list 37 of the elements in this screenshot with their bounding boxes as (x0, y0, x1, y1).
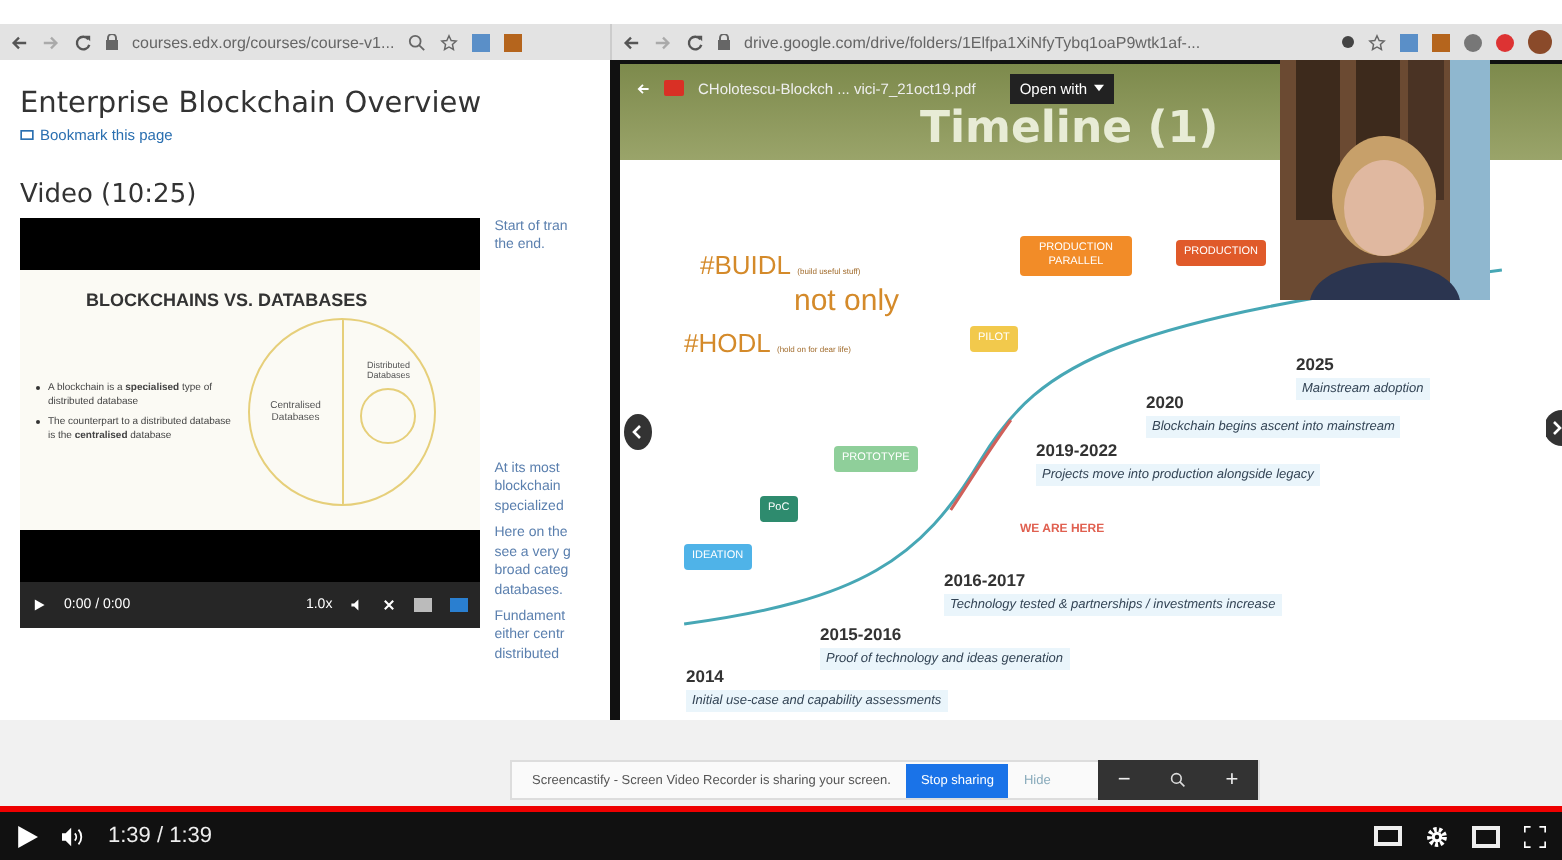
video-time: 1:39 / 1:39 (108, 824, 212, 848)
video-heading: Video (10:25) (20, 180, 199, 210)
milestone-year: 2019-2022 (1036, 440, 1120, 460)
milestone-year: 2015-2016 (820, 624, 904, 644)
volume-icon[interactable] (62, 825, 84, 847)
zoom-in-button[interactable]: + (1225, 768, 1239, 792)
star-icon[interactable] (440, 33, 459, 51)
play-icon[interactable] (16, 825, 38, 847)
reload-icon[interactable] (74, 33, 92, 51)
milestone-year: 2025 (1296, 354, 1336, 374)
next-button[interactable] (1546, 410, 1562, 446)
miniplayer-icon[interactable] (1472, 825, 1500, 847)
slogan-line: not only (794, 284, 900, 318)
caret-icon (1093, 84, 1104, 92)
reload-icon[interactable] (686, 33, 704, 51)
back-icon[interactable] (622, 33, 640, 51)
camera-icon[interactable] (1342, 36, 1354, 48)
inner-circle-drawing (360, 388, 417, 444)
star-icon[interactable] (1368, 33, 1386, 51)
settings-icon[interactable] (1426, 825, 1448, 847)
page-title: Enterprise Blockchain Overview (20, 88, 484, 120)
zoom-icon[interactable] (408, 33, 427, 51)
zoom-out-button[interactable]: − (1117, 768, 1131, 792)
slide-title: BLOCKCHAINS VS. DATABASES (86, 290, 370, 310)
previous-button[interactable] (624, 414, 652, 450)
milestone-year: 2020 (1146, 392, 1186, 412)
avatar-icon[interactable] (1528, 30, 1552, 54)
lock-icon (718, 34, 730, 50)
back-icon[interactable] (10, 33, 28, 51)
lock-icon (106, 34, 118, 50)
bookmark-icon[interactable] (20, 130, 34, 140)
milestone-year: 2014 (686, 666, 726, 686)
play-icon[interactable] (32, 598, 46, 612)
milestone-year: 2016-2017 (944, 570, 1028, 590)
slide-title: Timeline (1) (920, 104, 1219, 156)
pdf-icon (664, 80, 684, 96)
search-icon[interactable] (1169, 772, 1186, 788)
